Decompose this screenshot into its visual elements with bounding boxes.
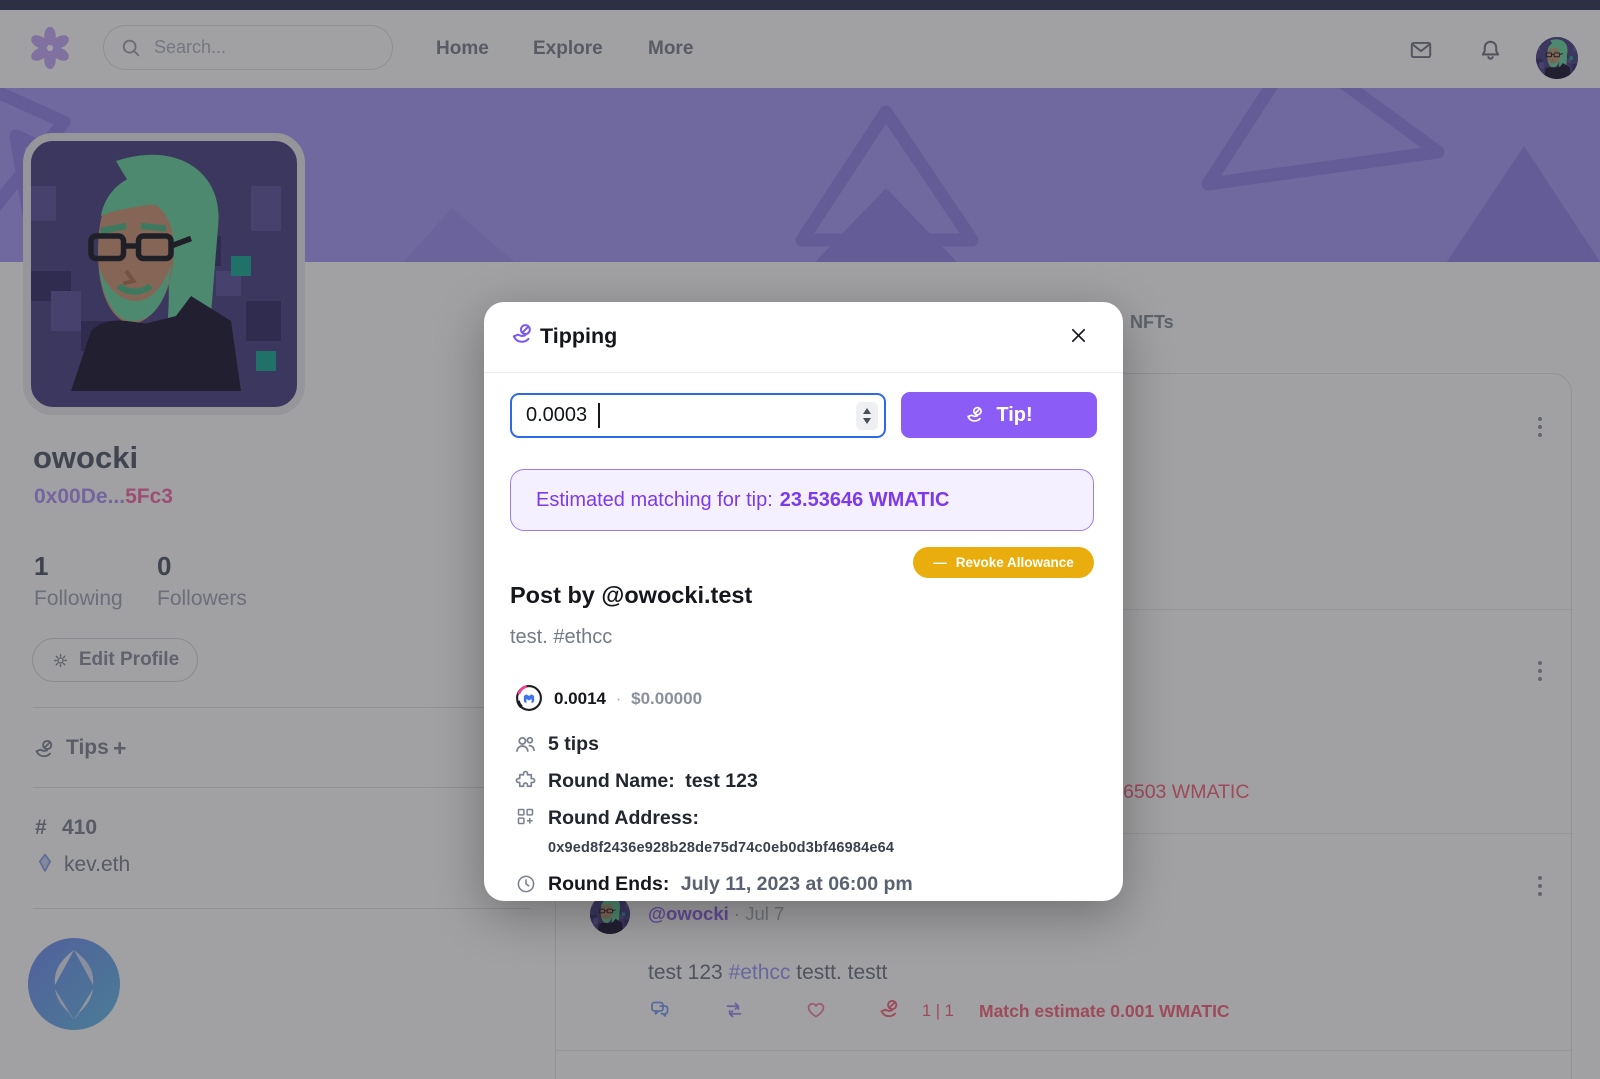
tip-button[interactable]: Tip! xyxy=(901,392,1097,438)
round-ends-row: Round Ends: July 11, 2023 at 06:00 pm xyxy=(548,873,913,896)
round-name-value: test 123 xyxy=(685,770,758,792)
token-amount: 0.0014 xyxy=(554,689,606,708)
amount-stepper[interactable] xyxy=(856,402,878,430)
estimated-matching-banner: Estimated matching for tip: 23.53646 WMA… xyxy=(510,469,1094,531)
wmatic-token-icon xyxy=(515,684,543,712)
grid-plus-icon xyxy=(515,806,536,827)
close-icon[interactable] xyxy=(1068,325,1089,346)
tip-amount-input[interactable] xyxy=(510,393,886,438)
stepper-down-icon[interactable] xyxy=(863,418,871,424)
people-icon xyxy=(513,732,538,757)
token-usd-value: $0.00000 xyxy=(631,689,702,708)
round-address-value: 0x9ed8f2436e928b28de75d74c0eb0d3bf46984e… xyxy=(548,840,894,856)
stepper-up-icon[interactable] xyxy=(863,408,871,414)
round-address-label: Round Address: xyxy=(548,807,699,830)
matching-label: Estimated matching for tip: xyxy=(536,489,773,512)
tip-button-label: Tip! xyxy=(996,404,1032,427)
token-separator: · xyxy=(616,689,622,708)
tipping-modal: Tipping Tip! Estimated matching for tip:… xyxy=(484,302,1123,901)
modal-post-body: test. #ethcc xyxy=(510,626,612,649)
minus-icon: — xyxy=(933,555,947,570)
modal-post-heading: Post by @owocki.test xyxy=(510,582,752,609)
tips-count: 5 tips xyxy=(548,733,599,756)
clock-icon xyxy=(515,873,537,895)
round-name-label: Round Name: xyxy=(548,770,675,792)
round-name-row: Round Name: test 123 xyxy=(548,770,758,793)
tip-button-icon xyxy=(965,405,986,426)
text-caret xyxy=(598,403,600,428)
token-amount-row: 0.0014 · $0.00000 xyxy=(554,689,702,709)
modal-header-divider xyxy=(484,372,1123,373)
revoke-allowance-label: Revoke Allowance xyxy=(956,555,1074,570)
puzzle-icon xyxy=(514,769,537,792)
round-ends-label: Round Ends: xyxy=(548,873,669,895)
revoke-allowance-button[interactable]: — Revoke Allowance xyxy=(913,547,1094,578)
tipping-icon xyxy=(510,322,536,348)
modal-title: Tipping xyxy=(540,324,617,349)
round-ends-value: July 11, 2023 at 06:00 pm xyxy=(681,873,913,895)
matching-value: 23.53646 WMATIC xyxy=(780,489,950,512)
